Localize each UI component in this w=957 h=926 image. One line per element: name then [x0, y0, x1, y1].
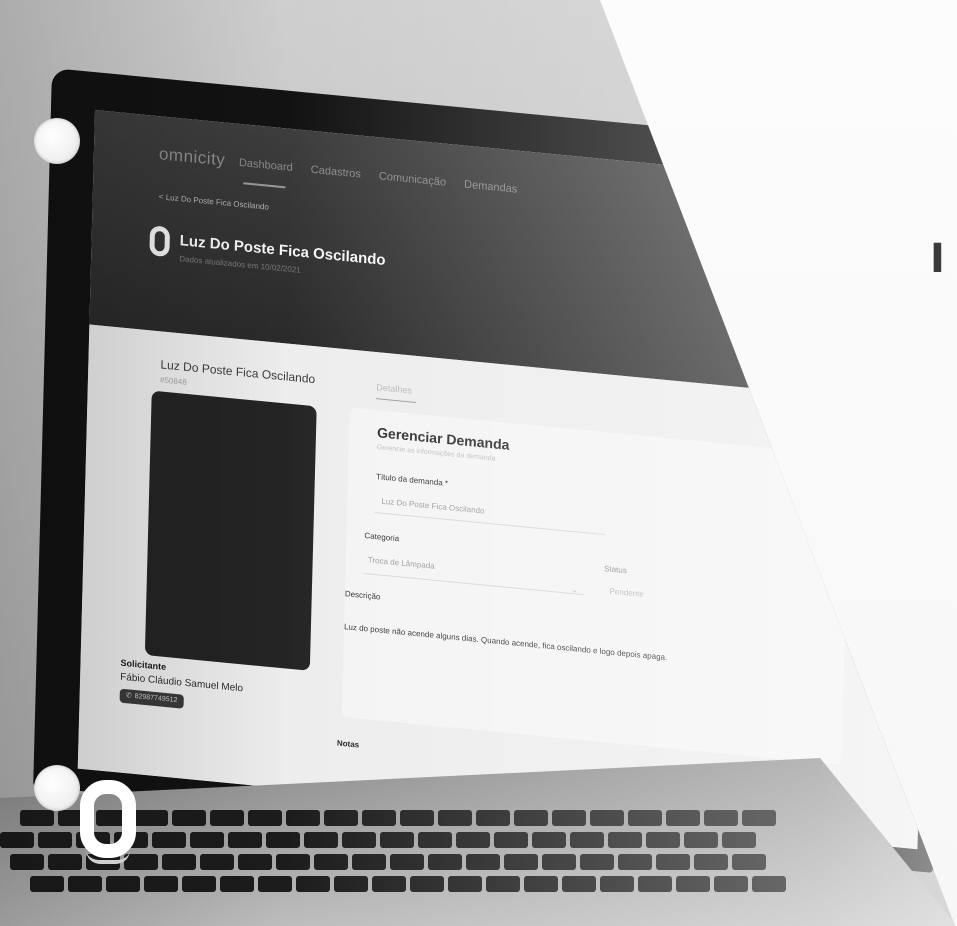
manage-demand-card	[341, 407, 850, 765]
nav-dashboard[interactable]: Dashboard	[239, 157, 293, 174]
requester-label: Solicitante	[120, 657, 167, 673]
breadcrumb[interactable]: < Luz Do Poste Fica Oscilando	[159, 192, 269, 212]
punch-hole-top	[34, 118, 80, 164]
whatsapp-button[interactable]: ✆ 82987749512	[119, 688, 184, 709]
tab-detalhes[interactable]: Detalhes	[376, 382, 412, 395]
tab-active-indicator	[376, 398, 417, 403]
demand-card-id: #50848	[159, 375, 187, 387]
side-heading-fragment: I	[930, 236, 946, 282]
notes-label: Notas	[336, 738, 360, 750]
phone-number: 82987749512	[134, 693, 178, 705]
nav-comunicacao[interactable]: Comunicação	[379, 170, 447, 188]
demand-photo[interactable]	[144, 390, 317, 671]
app-logo[interactable]: omnicity	[159, 144, 226, 170]
brand-logo-icon	[80, 780, 136, 858]
whatsapp-icon: ✆	[125, 692, 132, 700]
nav-cadastros[interactable]: Cadastros	[311, 164, 361, 181]
demand-logo-icon	[149, 225, 171, 258]
nav-demandas[interactable]: Demandas	[464, 179, 517, 196]
main-nav: Dashboard Cadastros Comunicação Demandas	[239, 157, 518, 196]
keyboard-row	[30, 876, 786, 892]
punch-hole-bottom	[34, 765, 80, 811]
nav-active-indicator	[243, 182, 286, 189]
